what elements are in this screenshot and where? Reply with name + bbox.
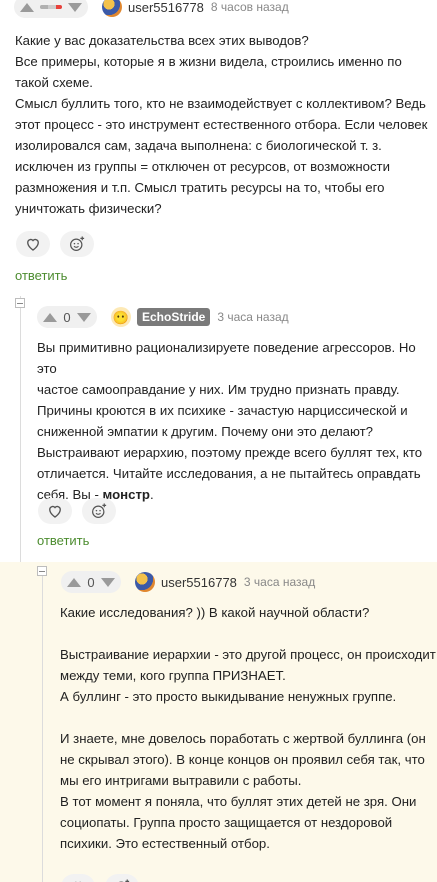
text-line: Вы примитивно рационализируете поведение… <box>37 340 416 376</box>
text-line: Какие у вас доказательства всех этих выв… <box>15 33 309 48</box>
vote-widget: 0 <box>37 306 97 328</box>
text-line: Выстраивание иерархии - это другой проце… <box>60 647 436 662</box>
comment-2: 0 😶 EchoStride 3 часа назад Вы примитивн… <box>0 300 437 562</box>
like-button[interactable] <box>16 231 50 257</box>
text-line: Смысл буллить того, кто не взаимодейству… <box>15 96 426 111</box>
text-line: размножения и т.п. Смысл тратить ресурсы… <box>15 180 385 195</box>
text-line: этот процесс - это инструмент естественн… <box>15 117 428 132</box>
heart-icon <box>74 881 82 882</box>
text-line: изолировался сам, задача выполнена: с би… <box>15 138 382 153</box>
text-fragment: . <box>149 487 154 502</box>
comment-actions <box>16 231 94 257</box>
arrow-down-icon[interactable] <box>68 2 82 12</box>
rating-bar <box>40 5 62 9</box>
text-line: сниженной эмпатии к другим. Почему они э… <box>37 424 373 439</box>
like-button[interactable] <box>38 498 72 524</box>
avatar[interactable] <box>102 0 122 17</box>
text-line: уничтожать физически? <box>15 201 162 216</box>
text-line: отличается. Читайте исследования, а не п… <box>37 466 421 481</box>
avatar[interactable]: 😶 <box>111 307 131 327</box>
arrow-up-icon[interactable] <box>67 577 81 587</box>
vote-widget <box>14 0 88 18</box>
avatar[interactable] <box>135 572 155 592</box>
timestamp[interactable]: 8 часов назад <box>211 0 289 14</box>
comment-3: 0 user5516778 3 часа назад Какие исследо… <box>0 562 437 882</box>
comment-header: 0 user5516778 3 часа назад <box>61 571 315 593</box>
minus-icon <box>39 570 45 572</box>
comment-text: Какие исследования? )) В какой научной о… <box>60 602 436 854</box>
comment-actions <box>38 498 116 524</box>
text-line: не скрывал этого). В конце концов он про… <box>60 752 425 767</box>
text-line: частое самооправдание у них. Им трудно п… <box>37 382 400 397</box>
arrow-down-icon[interactable] <box>101 577 115 587</box>
text-line: Выстраивают иерархию, поэтому прежде все… <box>37 445 423 460</box>
vote-count: 0 <box>87 574 95 590</box>
heart-icon <box>27 238 39 251</box>
smile-plus-icon <box>70 236 85 251</box>
smile-plus-icon <box>92 503 107 518</box>
comment-text: Какие у вас доказательства всех этих выв… <box>15 30 427 219</box>
text-line: Все примеры, которые я в жизни видела, с… <box>15 54 402 69</box>
comment-1: user5516778 8 часов назад Какие у вас до… <box>0 0 437 300</box>
arrow-down-icon[interactable] <box>77 312 91 322</box>
text-line: такой схеме. <box>15 75 93 90</box>
text-line: Причины кроются в их психике - зачастую … <box>37 403 408 418</box>
username[interactable]: user5516778 <box>128 0 204 15</box>
text-line: психики. Это естественный отбор. <box>60 836 270 851</box>
text-line: Какие исследования? )) В какой научной о… <box>60 605 370 620</box>
text-line: между теми, кого группа ПРИЗНАЕТ. <box>60 668 286 683</box>
heart-icon <box>49 505 61 518</box>
comment-header: 0 😶 EchoStride 3 часа назад <box>37 306 289 328</box>
react-button[interactable] <box>105 874 139 882</box>
react-button[interactable] <box>60 231 94 257</box>
vote-count: 0 <box>63 309 71 325</box>
text-line: социопаты. Группа просто защищается от н… <box>60 815 393 830</box>
text-line: исключен из группы = отключен от ресурсо… <box>15 159 390 174</box>
comment-actions <box>61 874 139 882</box>
arrow-up-icon[interactable] <box>43 312 57 322</box>
smile-plus-icon <box>118 879 130 882</box>
text-line: И знаете, мне довелось поработать с жерт… <box>60 731 426 746</box>
username[interactable]: user5516778 <box>161 575 237 590</box>
timestamp[interactable]: 3 часа назад <box>244 575 315 589</box>
text-line: мы его интригами вытравили с работы. <box>60 773 302 788</box>
username-badge[interactable]: EchoStride <box>137 308 211 326</box>
text-line: А буллинг - это просто выкидывание ненуж… <box>60 689 397 704</box>
thread-line <box>42 568 43 882</box>
react-button[interactable] <box>82 498 116 524</box>
comment-text: Вы примитивно рационализируете поведение… <box>37 337 437 505</box>
timestamp[interactable]: 3 часа назад <box>217 310 288 324</box>
reply-link[interactable]: ответить <box>15 268 67 283</box>
collapse-button[interactable] <box>37 566 47 576</box>
text-line: В тот момент я поняла, что буллят этих д… <box>60 794 417 809</box>
comment-header: user5516778 8 часов назад <box>14 0 289 18</box>
arrow-up-icon[interactable] <box>20 2 34 12</box>
like-button[interactable] <box>61 874 95 882</box>
vote-widget: 0 <box>61 571 121 593</box>
reply-link[interactable]: ответить <box>37 533 89 548</box>
